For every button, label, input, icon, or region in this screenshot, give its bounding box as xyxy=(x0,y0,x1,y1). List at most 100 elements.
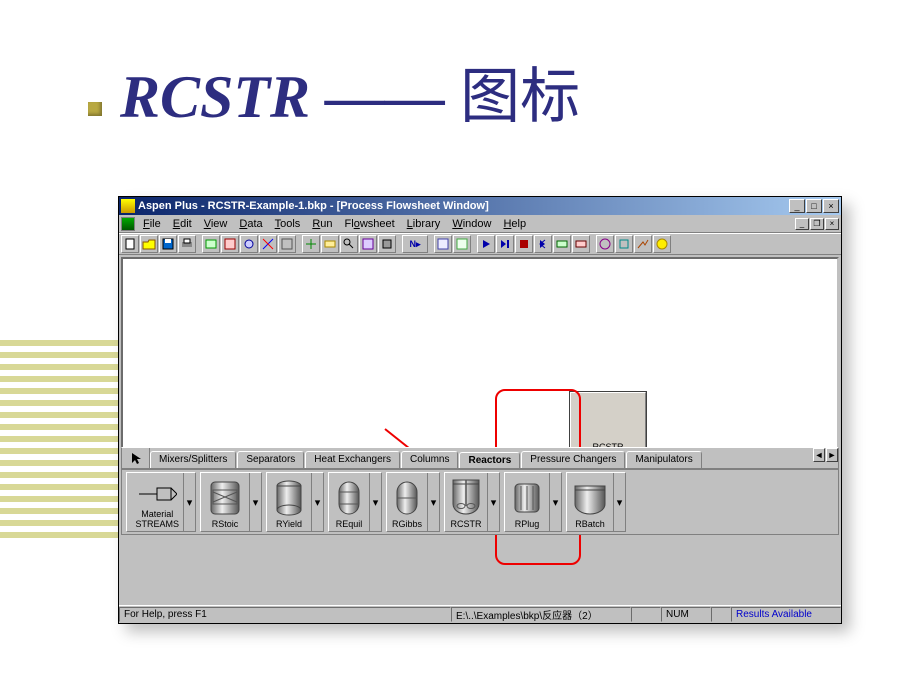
window-title: Aspen Plus - RCSTR-Example-1.bkp - [Proc… xyxy=(138,200,789,212)
streams-dropdown[interactable]: ▾ xyxy=(183,473,195,531)
tool-btn9[interactable] xyxy=(278,235,296,253)
tool-step[interactable] xyxy=(496,235,514,253)
rstoic-label: RStoic xyxy=(212,519,239,529)
status-empty2 xyxy=(711,607,731,622)
lib-rstoic[interactable]: RStoic ▾ xyxy=(200,472,262,532)
ryield-dropdown[interactable]: ▾ xyxy=(311,473,323,531)
app-window: Aspen Plus - RCSTR-Example-1.bkp - [Proc… xyxy=(118,196,842,624)
menu-window[interactable]: Window xyxy=(446,218,497,230)
lib-rplug[interactable]: RPlug ▾ xyxy=(504,472,562,532)
close-button[interactable]: × xyxy=(823,199,839,213)
ryield-icon xyxy=(271,478,307,518)
title-cjk: 图标 xyxy=(460,64,580,130)
lib-ryield[interactable]: RYield ▾ xyxy=(266,472,324,532)
tool-new[interactable] xyxy=(121,235,139,253)
tool-btn22[interactable] xyxy=(553,235,571,253)
requil-icon xyxy=(333,478,365,518)
status-path: E:\..\Examples\bkp\反应器（2） xyxy=(451,607,631,622)
requil-dropdown[interactable]: ▾ xyxy=(369,473,381,531)
maximize-button[interactable]: □ xyxy=(806,199,822,213)
rgibbs-label: RGibbs xyxy=(392,519,422,529)
tool-btn8[interactable] xyxy=(259,235,277,253)
category-tabs: Mixers/Splitters Separators Heat Exchang… xyxy=(150,448,812,468)
tab-columns[interactable]: Columns xyxy=(401,451,458,468)
menubar: File Edit View Data Tools Run Flowsheet … xyxy=(119,215,841,233)
status-num: NUM xyxy=(661,607,711,622)
tab-heat-exchangers[interactable]: Heat Exchangers xyxy=(305,451,400,468)
tab-pressure-changers[interactable]: Pressure Changers xyxy=(521,451,625,468)
tool-btn16[interactable] xyxy=(434,235,452,253)
status-results: Results Available xyxy=(731,607,841,622)
tool-btn27[interactable] xyxy=(653,235,671,253)
rbatch-dropdown[interactable]: ▾ xyxy=(613,473,625,531)
rcstr-label: RCSTR xyxy=(451,519,482,529)
rplug-icon xyxy=(509,478,545,518)
lib-material-streams[interactable]: MaterialSTREAMS ▾ xyxy=(126,472,196,532)
toolbar: N▸ xyxy=(119,233,841,255)
menu-help[interactable]: Help xyxy=(497,218,532,230)
tool-btn10[interactable] xyxy=(302,235,320,253)
rplug-label: RPlug xyxy=(515,519,540,529)
streams-label-2: STREAMS xyxy=(135,519,179,529)
tool-btn24[interactable] xyxy=(596,235,614,253)
mdi-restore-button[interactable]: ❐ xyxy=(810,218,824,230)
lib-rbatch[interactable]: RBatch ▾ xyxy=(566,472,626,532)
rgibbs-icon xyxy=(391,478,423,518)
menu-edit[interactable]: Edit xyxy=(167,218,198,230)
tool-btn7[interactable] xyxy=(240,235,258,253)
tool-run[interactable] xyxy=(477,235,495,253)
icon-slot-1[interactable]: RCSTR xyxy=(570,392,646,454)
tool-btn6[interactable] xyxy=(221,235,239,253)
pointer-tool[interactable] xyxy=(122,448,150,468)
tab-separators[interactable]: Separators xyxy=(237,451,304,468)
menu-view[interactable]: View xyxy=(198,218,234,230)
menu-run[interactable]: Run xyxy=(306,218,338,230)
status-empty xyxy=(631,607,661,622)
tool-btn13[interactable] xyxy=(359,235,377,253)
tab-mixers[interactable]: Mixers/Splitters xyxy=(150,451,236,468)
menu-library[interactable]: Library xyxy=(401,218,447,230)
rplug-dropdown[interactable]: ▾ xyxy=(549,473,561,531)
tabs-scroll-left[interactable]: ◄ xyxy=(813,448,825,462)
tool-reinit[interactable] xyxy=(534,235,552,253)
menu-tools[interactable]: Tools xyxy=(269,218,307,230)
tool-next[interactable]: N▸ xyxy=(402,235,428,253)
tool-btn12[interactable] xyxy=(340,235,358,253)
rcstr-dropdown[interactable]: ▾ xyxy=(487,473,499,531)
mdi-close-button[interactable]: × xyxy=(825,218,839,230)
lib-rgibbs[interactable]: RGibbs ▾ xyxy=(386,472,440,532)
requil-label: REquil xyxy=(336,519,363,529)
menu-data[interactable]: Data xyxy=(233,218,268,230)
status-help: For Help, press F1 xyxy=(119,607,451,622)
tool-btn23[interactable] xyxy=(572,235,590,253)
rgibbs-dropdown[interactable]: ▾ xyxy=(427,473,439,531)
menu-file[interactable]: File xyxy=(137,218,167,230)
tool-btn5[interactable] xyxy=(202,235,220,253)
mdi-minimize-button[interactable]: _ xyxy=(795,218,809,230)
lib-requil[interactable]: REquil ▾ xyxy=(328,472,382,532)
material-stream-icon xyxy=(137,480,177,508)
tool-open[interactable] xyxy=(140,235,158,253)
tool-btn14[interactable] xyxy=(378,235,396,253)
slide-title: RCSTR —— 图标 xyxy=(120,48,580,135)
lib-rcstr[interactable]: RCSTR ▾ xyxy=(444,472,500,532)
menu-flowsheet[interactable]: Flowsheet xyxy=(339,218,401,230)
minimize-button[interactable]: _ xyxy=(789,199,805,213)
tab-manipulators[interactable]: Manipulators xyxy=(626,451,701,468)
tool-stop[interactable] xyxy=(515,235,533,253)
tool-btn25[interactable] xyxy=(615,235,633,253)
app-icon xyxy=(121,199,135,213)
tabs-scroll-right[interactable]: ► xyxy=(826,448,838,462)
tool-print[interactable] xyxy=(178,235,196,253)
title-dash: —— xyxy=(325,64,445,130)
tool-btn26[interactable] xyxy=(634,235,652,253)
rcstr-lib-icon xyxy=(449,478,483,518)
rstoic-dropdown[interactable]: ▾ xyxy=(249,473,261,531)
mdi-child-icon[interactable] xyxy=(121,217,135,231)
tool-btn11[interactable] xyxy=(321,235,339,253)
tool-btn17[interactable] xyxy=(453,235,471,253)
tab-reactors[interactable]: Reactors xyxy=(459,452,520,468)
streams-label-1: Material xyxy=(141,509,173,519)
tool-save[interactable] xyxy=(159,235,177,253)
titlebar[interactable]: Aspen Plus - RCSTR-Example-1.bkp - [Proc… xyxy=(119,197,841,215)
